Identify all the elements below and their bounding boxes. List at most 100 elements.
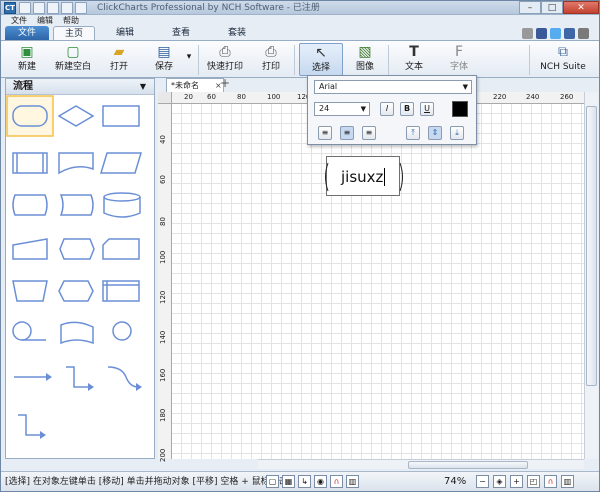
connector-elbow-down[interactable] (18, 414, 40, 436)
valign-bottom-button[interactable]: ⤓ (450, 126, 464, 140)
shape-manual-operation[interactable] (12, 280, 48, 302)
zoom-in-button[interactable]: + (510, 475, 523, 488)
shape-on-page-connector[interactable] (112, 321, 132, 341)
align-center-icon: ≡ (343, 128, 351, 137)
valign-top-button[interactable]: ⤒ (406, 126, 420, 140)
text-box-content[interactable]: jisuxz (341, 168, 383, 186)
magnet-toggle-icon[interactable]: ∩ (544, 475, 557, 488)
connector-elbow[interactable] (66, 366, 88, 388)
font-size-dropdown[interactable]: 24 ▼ (314, 102, 370, 116)
pages-icon[interactable]: ▥ (561, 475, 574, 488)
qa-save-icon[interactable] (47, 2, 59, 14)
shape-preparation[interactable] (58, 280, 94, 302)
shape-data[interactable] (99, 152, 143, 174)
vertical-scrollbar[interactable] (584, 92, 598, 459)
shape-delay[interactable] (59, 194, 94, 216)
share-icon[interactable] (564, 28, 575, 39)
select-button[interactable]: ↖ 选择 (299, 43, 343, 76)
magnet-icon[interactable]: ∩ (330, 475, 343, 488)
shape-connector[interactable] (12, 321, 32, 341)
facebook-icon[interactable] (536, 28, 547, 39)
connector-icon[interactable]: ↳ (298, 475, 311, 488)
open-button[interactable]: ▰ 打开 (101, 43, 137, 76)
new-doc-icon: ▣ (20, 44, 34, 60)
zoom-slider-icon[interactable]: ◈ (493, 475, 506, 488)
shape-document[interactable] (58, 152, 94, 175)
text-t-icon: T (409, 44, 419, 60)
zoom-out-button[interactable]: − (476, 475, 489, 488)
shape-manual-input[interactable] (12, 238, 48, 260)
qa-undo-icon[interactable] (61, 2, 73, 14)
italic-button[interactable]: I (380, 102, 394, 116)
new-button[interactable]: ▣ 新建 (9, 43, 45, 76)
text-button[interactable]: T 文本 (394, 43, 434, 76)
qa-open-icon[interactable] (33, 2, 45, 14)
shape-panel-header[interactable]: 流程 ▼ (6, 79, 154, 95)
layout-icon[interactable]: ▥ (346, 475, 359, 488)
twitter-icon[interactable] (550, 28, 561, 39)
ruler-label: 180 (159, 408, 167, 422)
shape-database-top[interactable] (103, 192, 141, 202)
title-bar: CT ClickCharts Professional by NCH Softw… (1, 1, 599, 15)
shape-card[interactable] (102, 238, 140, 260)
grid-icon[interactable]: ▦ (282, 475, 295, 488)
align-left-button[interactable]: ≡ (318, 126, 332, 140)
chevron-down-icon[interactable]: ▼ (140, 79, 146, 95)
connector-curved[interactable] (107, 366, 139, 388)
app-icon[interactable]: CT (4, 2, 16, 14)
minimize-button[interactable]: – (519, 1, 541, 14)
menu-help[interactable]: 帮助 (59, 15, 83, 26)
print-button[interactable]: ⎙ 打印 (253, 43, 289, 76)
ribbon-divider (294, 45, 295, 75)
status-bar: [选择] 在对象左键单击 [移动] 单击并拖动对象 [平移] 空格 + 鼠标单击… (1, 471, 599, 491)
tab-home[interactable]: 主页 (53, 26, 95, 40)
document-tab[interactable]: *未命名 × (166, 78, 224, 92)
horizontal-scroll-thumb[interactable] (408, 461, 528, 469)
drawing-canvas[interactable]: jisuxz (172, 104, 584, 459)
tab-suite[interactable]: 套装 (215, 26, 259, 40)
valign-top-icon: ⤒ (411, 128, 415, 137)
image-button[interactable]: ▧ 图像 (347, 43, 383, 76)
valign-middle-button[interactable]: ⇕ (428, 126, 442, 140)
fit-page-icon[interactable]: ◰ (527, 475, 540, 488)
quick-print-button[interactable]: ⎙ 快速打印 (203, 43, 247, 76)
tab-edit[interactable]: 编辑 (103, 26, 147, 40)
align-right-button[interactable]: ≡ (362, 126, 376, 140)
shape-decision[interactable] (57, 105, 95, 127)
font-color-button[interactable] (452, 101, 468, 117)
snap-icon[interactable]: ▢ (266, 475, 279, 488)
menu-file[interactable]: 文件 (7, 15, 31, 26)
align-center-button[interactable]: ≡ (340, 126, 354, 140)
underline-button[interactable]: U (420, 102, 434, 116)
ribbon-divider (529, 45, 530, 75)
new-blank-button[interactable]: ▢ 新建空白 (51, 43, 95, 76)
shape-display[interactable] (59, 238, 95, 260)
shape-punched-tape[interactable] (60, 321, 94, 345)
align-left-icon: ≡ (321, 128, 329, 137)
horizontal-scrollbar[interactable] (258, 459, 584, 469)
help-icon[interactable] (522, 28, 533, 39)
tab-file[interactable]: 文件 (5, 26, 49, 40)
eye-icon[interactable]: ◉ (314, 475, 327, 488)
qa-redo-icon[interactable] (75, 2, 87, 14)
text-box-shape[interactable]: jisuxz (325, 156, 403, 196)
shape-internal-storage[interactable] (102, 280, 140, 302)
tab-view[interactable]: 查看 (159, 26, 203, 40)
shape-process[interactable] (102, 105, 140, 127)
shape-predefined-process[interactable] (12, 152, 48, 174)
qa-new-icon[interactable] (19, 2, 31, 14)
menu-edit[interactable]: 编辑 (33, 15, 57, 26)
font-button[interactable]: F 字体 (441, 43, 477, 76)
new-tab-button[interactable]: + (220, 76, 230, 90)
nch-suite-button[interactable]: ⧉ NCH Suite (539, 43, 587, 76)
vertical-scroll-thumb[interactable] (586, 106, 597, 386)
shape-terminator-selected[interactable] (6, 95, 54, 137)
maximize-button[interactable]: □ (541, 1, 563, 14)
shape-stored-data[interactable] (12, 194, 48, 216)
window-title: ClickCharts Professional by NCH Software… (97, 3, 320, 13)
bold-button[interactable]: B (400, 102, 414, 116)
settings-icon[interactable] (578, 28, 589, 39)
font-family-dropdown[interactable]: Arial ▼ (314, 80, 472, 94)
close-button[interactable]: ✕ (563, 1, 599, 14)
save-button[interactable]: ▤ 保存 (146, 43, 182, 76)
